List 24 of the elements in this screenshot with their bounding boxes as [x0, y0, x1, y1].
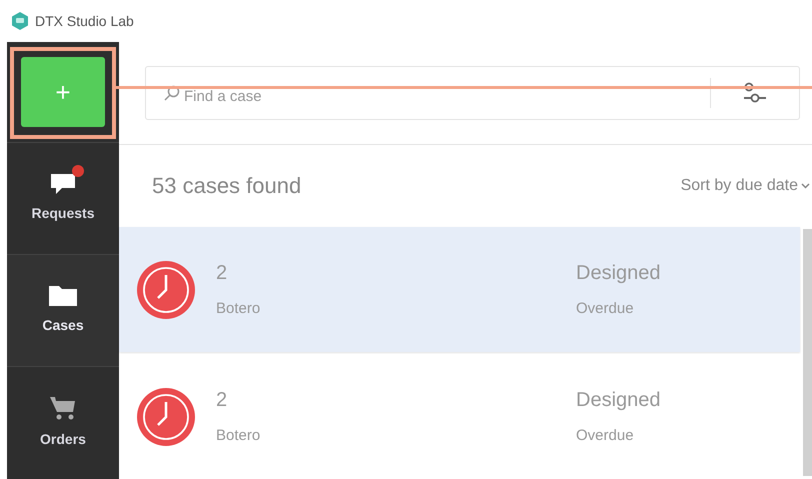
- scrollbar[interactable]: [803, 229, 812, 476]
- case-row[interactable]: 2 Botero Designed Overdue: [119, 227, 800, 352]
- search-bar[interactable]: Find a case: [145, 66, 800, 120]
- case-number: 2: [216, 388, 228, 414]
- results-count: 53 cases found: [152, 172, 302, 200]
- search-field[interactable]: Find a case: [184, 86, 710, 108]
- window-title: DTX Studio Lab: [35, 12, 134, 30]
- patient-name: Botero: [216, 299, 260, 320]
- sidebar-item[interactable]: Cases: [7, 254, 119, 366]
- due-status: Overdue: [576, 426, 634, 446]
- clock-icon: [137, 388, 195, 446]
- chevron-down-icon: [801, 182, 810, 189]
- new-case-button[interactable]: +: [21, 57, 105, 127]
- app-logo-icon: [12, 12, 28, 30]
- due-status: Overdue: [576, 299, 634, 320]
- chat-bubble-icon: [50, 173, 76, 195]
- case-number: 2: [216, 261, 228, 286]
- sort-dropdown[interactable]: Sort by due date: [680, 174, 810, 198]
- clock-icon: [137, 260, 195, 318]
- case-status: Designed: [576, 261, 661, 286]
- cart-icon: [49, 395, 77, 421]
- case-status: Designed: [576, 388, 661, 414]
- patient-name: Botero: [216, 426, 260, 446]
- folder-icon: [48, 285, 78, 307]
